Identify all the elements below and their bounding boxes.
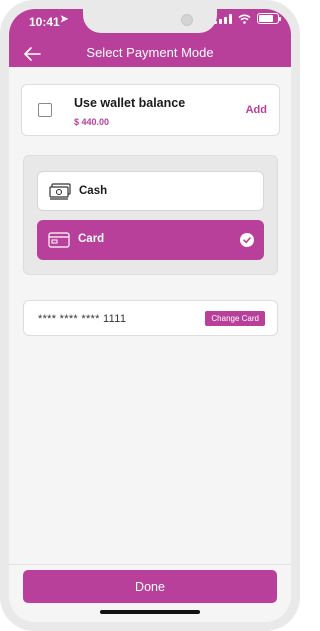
card-icon bbox=[48, 232, 70, 248]
status-indicators bbox=[214, 13, 281, 24]
saved-card: **** **** **** 1111 Change Card bbox=[23, 300, 278, 336]
cash-option[interactable]: Cash bbox=[37, 171, 264, 211]
battery-icon bbox=[257, 13, 281, 24]
cash-icon bbox=[49, 183, 71, 200]
done-button[interactable]: Done bbox=[23, 570, 277, 603]
wallet-checkbox[interactable] bbox=[38, 103, 52, 117]
wallet-card: Use wallet balance $ 440.00 Add bbox=[21, 84, 280, 136]
card-option-label: Card bbox=[78, 233, 105, 245]
footer: Done bbox=[9, 564, 291, 622]
change-card-button[interactable]: Change Card bbox=[205, 311, 265, 326]
phone-frame: 10:41 ➤ Select Payment Mode Use wallet b… bbox=[0, 0, 300, 631]
check-circle-icon bbox=[240, 233, 254, 247]
card-number: **** **** **** 1111 bbox=[38, 313, 127, 325]
notch bbox=[83, 9, 217, 33]
wifi-icon bbox=[238, 14, 251, 24]
payment-options-panel: Cash Card bbox=[23, 155, 278, 275]
camera-dot bbox=[181, 14, 193, 26]
add-wallet-button[interactable]: Add bbox=[246, 104, 267, 116]
location-arrow-icon: ➤ bbox=[60, 14, 69, 25]
app-bar: 10:41 ➤ Select Payment Mode bbox=[9, 9, 291, 67]
page-title: Select Payment Mode bbox=[86, 45, 214, 60]
wallet-amount: $ 440.00 bbox=[74, 117, 110, 127]
home-indicator bbox=[100, 610, 200, 614]
wallet-title: Use wallet balance bbox=[74, 96, 186, 110]
card-option[interactable]: Card bbox=[37, 220, 264, 260]
status-time: 10:41 bbox=[29, 15, 60, 29]
cash-option-label: Cash bbox=[79, 185, 108, 197]
screen: 10:41 ➤ Select Payment Mode Use wallet b… bbox=[9, 9, 291, 622]
